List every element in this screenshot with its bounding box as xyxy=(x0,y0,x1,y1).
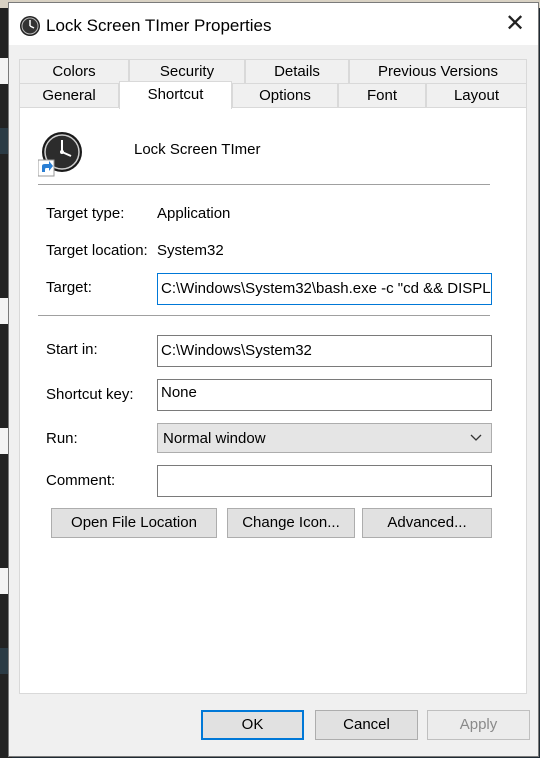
title-bar[interactable]: Lock Screen TImer Properties ✕ xyxy=(9,3,538,45)
shortcut-key-input[interactable]: None xyxy=(157,379,492,411)
tab-details[interactable]: Details xyxy=(245,59,349,83)
tab-security[interactable]: Security xyxy=(129,59,245,83)
tab-shortcut[interactable]: Shortcut xyxy=(119,81,232,109)
tab-colors[interactable]: Colors xyxy=(19,59,129,83)
target-label: Target: xyxy=(46,279,92,296)
tab-general[interactable]: General xyxy=(19,83,119,107)
advanced-button[interactable]: Advanced... xyxy=(362,508,492,538)
window-title: Lock Screen TImer Properties xyxy=(46,16,272,35)
app-clock-icon xyxy=(38,132,82,177)
run-label: Run: xyxy=(46,430,78,447)
apply-button[interactable]: Apply xyxy=(427,710,530,740)
tab-options[interactable]: Options xyxy=(232,83,338,107)
target-input[interactable]: C:\Windows\System32\bash.exe -c "cd && D… xyxy=(157,273,492,305)
start-in-label: Start in: xyxy=(46,341,98,358)
app-name: Lock Screen TImer xyxy=(134,141,261,158)
comment-label: Comment: xyxy=(46,472,116,489)
tab-font[interactable]: Font xyxy=(338,83,426,107)
close-icon: ✕ xyxy=(504,10,526,37)
target-location-value: System32 xyxy=(157,242,224,259)
properties-dialog: Lock Screen TImer Properties ✕ Colors Se… xyxy=(8,2,539,757)
divider xyxy=(38,315,490,316)
shortcut-tab-panel: Lock Screen TImer Target type: Applicati… xyxy=(19,107,527,694)
close-button[interactable]: ✕ xyxy=(492,3,538,45)
cancel-button[interactable]: Cancel xyxy=(315,710,418,740)
divider xyxy=(38,184,490,185)
target-type-label: Target type: xyxy=(46,205,125,222)
run-select-value: Normal window xyxy=(163,430,266,447)
tab-previous-versions[interactable]: Previous Versions xyxy=(349,59,527,83)
comment-input[interactable] xyxy=(157,465,492,497)
change-icon-button[interactable]: Change Icon... xyxy=(227,508,355,538)
start-in-input[interactable]: C:\Windows\System32 xyxy=(157,335,492,367)
target-location-label: Target location: xyxy=(46,242,148,259)
chevron-down-icon xyxy=(470,434,482,441)
shortcut-key-label: Shortcut key: xyxy=(46,386,134,403)
ok-button[interactable]: OK xyxy=(201,710,304,740)
target-type-value: Application xyxy=(157,205,231,222)
run-select[interactable]: Normal window xyxy=(157,423,492,453)
clock-icon xyxy=(20,16,40,36)
tab-layout[interactable]: Layout xyxy=(426,83,527,107)
open-file-location-button[interactable]: Open File Location xyxy=(51,508,217,538)
